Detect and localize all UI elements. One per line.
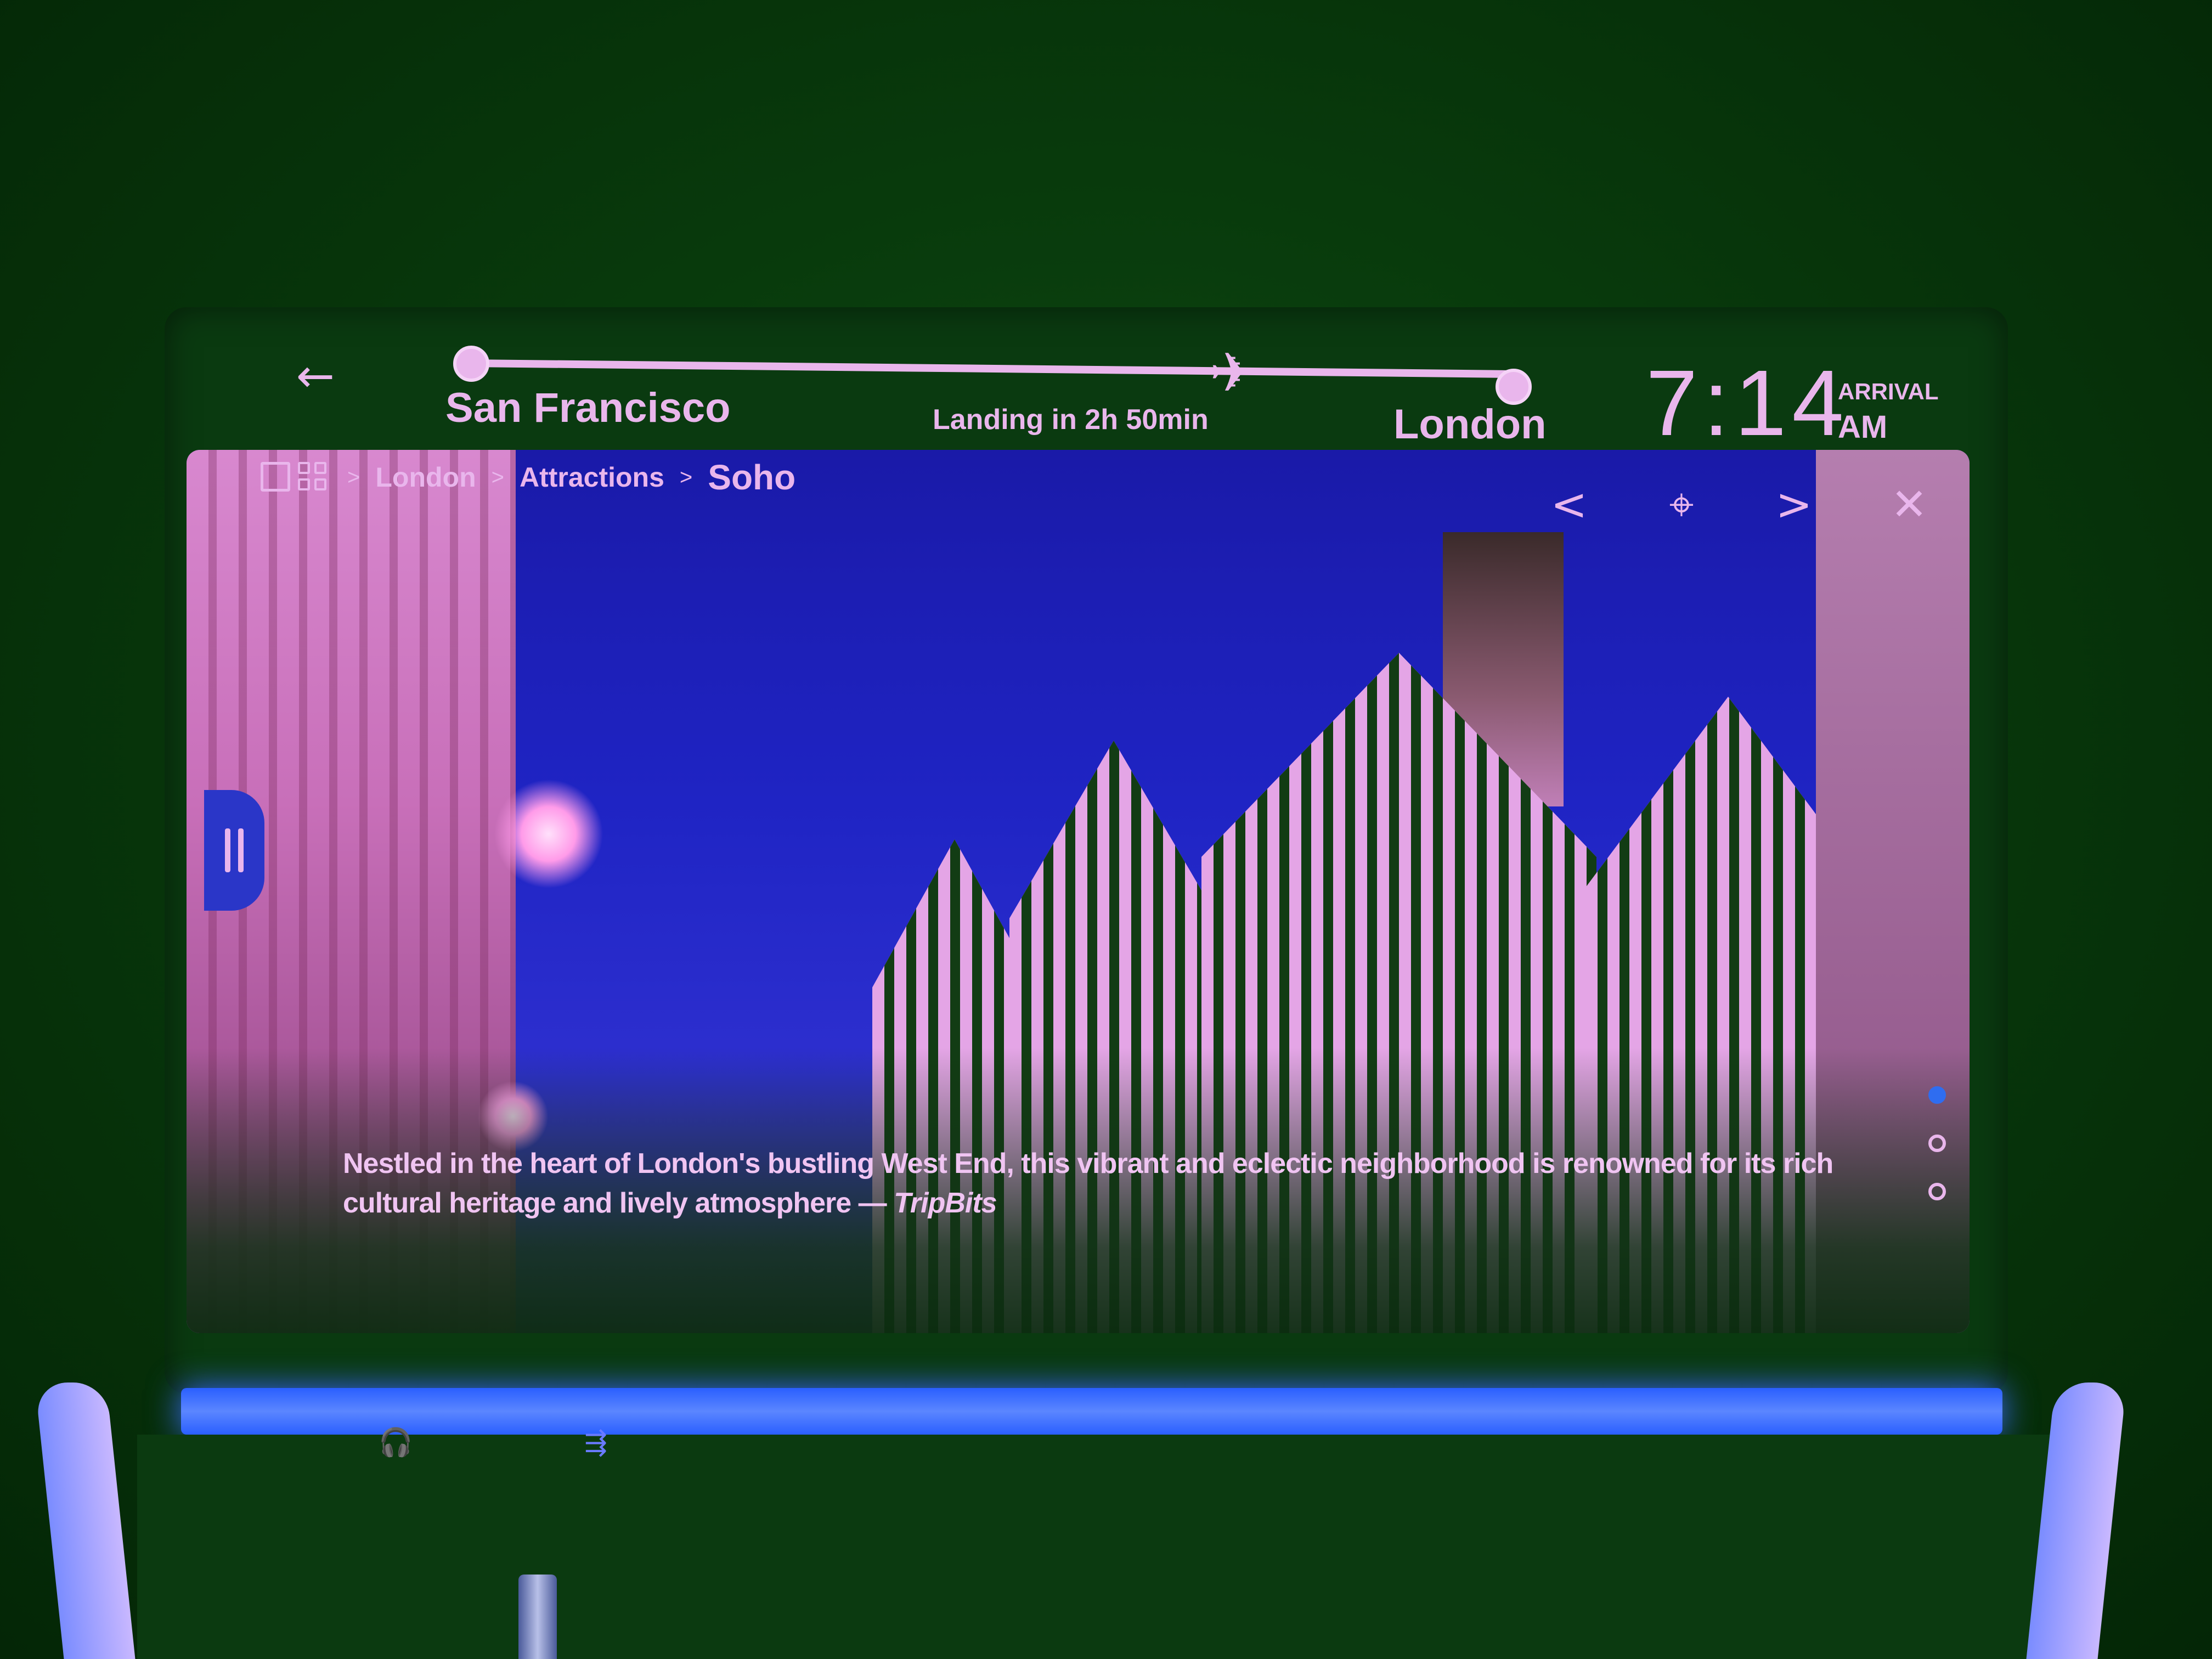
charging-cable	[518, 1575, 557, 1659]
previous-button[interactable]: <	[1542, 477, 1596, 532]
caption-source: TripBits	[894, 1187, 997, 1219]
next-button[interactable]: >	[1767, 477, 1821, 532]
side-ambient-light	[35, 1383, 136, 1659]
pager-dot[interactable]	[1928, 1135, 1946, 1152]
close-icon[interactable]: ✕	[1882, 477, 1937, 532]
caption-text: Nestled in the heart of London's bustlin…	[343, 1148, 1833, 1219]
breadcrumb-soho: Soho	[708, 458, 796, 497]
breadcrumb: > London > Attractions > Soho	[261, 455, 795, 499]
arrival-ampm: AM	[1838, 409, 1888, 445]
back-arrow-icon[interactable]: ←	[291, 351, 340, 400]
destination-dot	[1496, 369, 1532, 405]
headphone-jack-icon[interactable]: 🎧	[379, 1426, 413, 1459]
pause-icon	[238, 828, 244, 872]
arrival-time: 7:14	[1646, 351, 1849, 455]
breadcrumb-separator: >	[679, 465, 693, 489]
breadcrumb-london[interactable]: London	[375, 461, 476, 493]
console-body	[137, 1435, 2057, 1659]
attraction-caption: Nestled in the heart of London's bustlin…	[343, 1144, 1879, 1223]
side-ambient-light	[2026, 1383, 2127, 1659]
pause-icon	[225, 828, 230, 872]
flight-progress-bar: ← ✈ San Francisco Landing in 2h 50min Lo…	[0, 0, 2212, 472]
console-ambient-light	[181, 1388, 2002, 1435]
landing-status: Landing in 2h 50min	[933, 404, 1209, 436]
breadcrumb-attractions[interactable]: Attractions	[520, 461, 664, 493]
pager-dot-active[interactable]	[1928, 1086, 1946, 1104]
arrival-label: ARRIVAL	[1838, 379, 1939, 404]
pause-button[interactable]	[204, 790, 264, 911]
route-line	[469, 359, 1511, 378]
origin-dot	[453, 346, 489, 382]
origin-city: San Francisco	[445, 385, 731, 431]
street-lamp-glow	[494, 779, 603, 889]
airplane-icon: ✈	[1210, 341, 1256, 405]
map-pin-icon[interactable]: ⌖	[1654, 477, 1709, 532]
usb-port-icon[interactable]: ⇶	[584, 1426, 607, 1458]
destination-city: London	[1393, 401, 1547, 448]
breadcrumb-separator: >	[347, 465, 360, 489]
gallery-grid-icon[interactable]	[261, 460, 332, 495]
slide-pager	[1928, 1086, 1950, 1231]
pager-dot[interactable]	[1928, 1183, 1946, 1200]
breadcrumb-separator: >	[491, 465, 504, 489]
